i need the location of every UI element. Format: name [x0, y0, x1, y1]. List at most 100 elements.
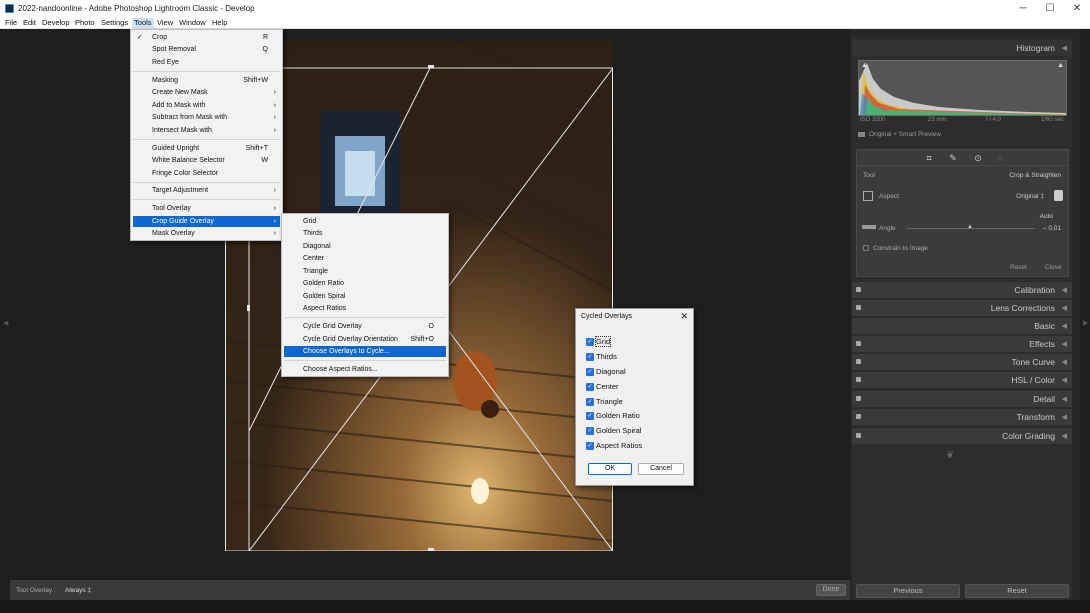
panel-toggle-icon[interactable] [856, 396, 861, 401]
reset-button[interactable]: Reset [965, 584, 1069, 598]
menu-tools[interactable]: Tools [132, 18, 154, 28]
crop-reset-button[interactable]: Reset [1010, 264, 1027, 271]
auto-button[interactable]: Auto [1040, 213, 1053, 220]
submenu-item-cycle-grid-overlay[interactable]: Cycle Grid Overlay O [284, 321, 446, 332]
menu-photo[interactable]: Photo [73, 18, 97, 28]
checkbox-golden-ratio[interactable]: ✓ Golden Ratio [586, 410, 640, 421]
menu-item-add-to-mask[interactable]: Add to Mask with › [133, 100, 280, 111]
menu-item-guided-upright[interactable]: Guided Upright Shift+T [133, 143, 280, 154]
panel-detail[interactable]: Detail ◀ [852, 390, 1072, 407]
menu-help[interactable]: Help [210, 18, 229, 28]
close-button[interactable]: ✕ [1063, 2, 1090, 15]
checkbox-checked-icon[interactable]: ✓ [586, 338, 594, 347]
checkbox-checked-icon[interactable]: ✓ [586, 353, 594, 362]
submenu-item-golden-ratio[interactable]: Golden Ratio [284, 278, 446, 289]
menu-view[interactable]: View [155, 18, 175, 28]
ok-button[interactable]: OK [588, 463, 632, 475]
menu-item-crop-guide-overlay[interactable]: Crop Guide Overlay › [133, 216, 280, 227]
maximize-button[interactable]: ☐ [1036, 2, 1064, 15]
menu-item-spot-removal[interactable]: Spot Removal Q [133, 44, 280, 55]
red-eye-tool-icon[interactable]: ⊙ [972, 152, 984, 164]
histogram[interactable]: ▲ ▲ [858, 60, 1067, 116]
shadow-clip-icon[interactable]: ▲ [861, 62, 868, 69]
submenu-item-aspect-ratios[interactable]: Aspect Ratios [284, 303, 446, 314]
checkbox-checked-icon[interactable]: ✓ [586, 427, 594, 436]
checkbox-checked-icon[interactable]: ✓ [586, 412, 594, 421]
checkbox-center[interactable]: ✓ Center [586, 381, 619, 392]
collapse-triangle-icon[interactable]: ◀ [1062, 44, 1067, 52]
menu-develop[interactable]: Develop [40, 18, 72, 28]
submenu-item-thirds[interactable]: Thirds [284, 228, 446, 239]
submenu-item-choose-aspect-ratios[interactable]: Choose Aspect Ratios... [284, 364, 446, 375]
checkbox-checked-icon[interactable]: ✓ [586, 368, 594, 377]
masking-tool-icon[interactable]: ◌ [994, 152, 1006, 164]
lock-icon[interactable] [1054, 190, 1063, 201]
menu-settings[interactable]: Settings [99, 18, 130, 28]
panel-effects[interactable]: Effects ◀ [852, 335, 1072, 352]
panel-lens-corrections[interactable]: Lens Corrections ◀ [852, 299, 1072, 316]
right-panel-edge[interactable]: ▶ [1080, 29, 1090, 600]
menu-item-intersect-mask[interactable]: Intersect Mask with › [133, 125, 280, 136]
checkbox-triangle[interactable]: ✓ Triangle [586, 396, 623, 407]
collapse-triangle-icon[interactable]: ◀ [1062, 376, 1067, 384]
crop-close-button[interactable]: Close [1045, 264, 1062, 271]
menu-item-target-adjustment[interactable]: Target Adjustment › [133, 185, 280, 196]
histogram-header[interactable]: Histogram ◀ [852, 39, 1072, 56]
crop-tool-icon[interactable]: ⌗ [923, 152, 935, 164]
menu-item-mask-overlay[interactable]: Mask Overlay › [133, 228, 280, 239]
collapse-triangle-icon[interactable]: ◀ [1062, 413, 1067, 421]
panel-toggle-icon[interactable] [856, 414, 861, 419]
checkbox-checked-icon[interactable]: ✓ [586, 442, 594, 451]
collapse-triangle-icon[interactable]: ◀ [1062, 304, 1067, 312]
panel-color-grading[interactable]: Color Grading ◀ [852, 427, 1072, 444]
angle-value[interactable]: – 0,01 [1043, 225, 1061, 232]
panel-transform[interactable]: Transform ◀ [852, 408, 1072, 425]
panel-toggle-icon[interactable] [856, 377, 861, 382]
menu-item-crop[interactable]: ✓ Crop R [133, 32, 280, 43]
collapse-right-icon[interactable]: ▶ [1083, 319, 1088, 327]
constrain-checkbox[interactable] [863, 245, 869, 251]
done-button[interactable]: Done [816, 584, 846, 596]
menu-item-white-balance-selector[interactable]: White Balance Selector W [133, 155, 280, 166]
checkbox-diagonal[interactable]: ✓ Diagonal [586, 366, 626, 377]
panel-hsl-color[interactable]: HSL / Color ◀ [852, 371, 1072, 388]
submenu-item-golden-spiral[interactable]: Golden Spiral [284, 291, 446, 302]
minimize-button[interactable]: ─ [1009, 2, 1037, 15]
checkbox-thirds[interactable]: ✓ Thirds [586, 351, 617, 362]
panel-toggle-icon[interactable] [856, 433, 861, 438]
submenu-item-triangle[interactable]: Triangle [284, 266, 446, 277]
menu-item-tool-overlay[interactable]: Tool Overlay › [133, 203, 280, 214]
angle-slider-thumb[interactable]: ▲ [967, 224, 973, 230]
menu-item-subtract-from-mask[interactable]: Subtract from Mask with › [133, 112, 280, 123]
submenu-item-grid[interactable]: Grid [284, 216, 446, 227]
menu-window[interactable]: Window [177, 18, 208, 28]
expand-left-icon[interactable]: ◀ [3, 319, 8, 327]
panel-toggle-icon[interactable] [856, 287, 861, 292]
collapse-triangle-icon[interactable]: ◀ [1062, 395, 1067, 403]
checkbox-golden-spiral[interactable]: ✓ Golden Spiral [586, 425, 641, 436]
panel-calibration[interactable]: Calibration ◀ [852, 281, 1072, 298]
checkbox-checked-icon[interactable]: ✓ [586, 383, 594, 392]
submenu-item-diagonal[interactable]: Diagonal [284, 241, 446, 252]
panel-toggle-icon[interactable] [856, 359, 861, 364]
left-panel-collapsed[interactable]: ◀ [0, 29, 10, 600]
straighten-tool-icon[interactable] [862, 225, 876, 229]
panel-tone-curve[interactable]: Tone Curve ◀ [852, 353, 1072, 370]
aspect-select[interactable]: Original ‡ [1016, 193, 1044, 200]
checkbox-checked-icon[interactable]: ✓ [586, 398, 594, 407]
menu-item-fringe-color-selector[interactable]: Fringe Color Selector [133, 168, 280, 179]
checkbox-aspect-ratios[interactable]: ✓ Aspect Ratios [586, 440, 642, 451]
collapse-triangle-icon[interactable]: ◀ [1062, 322, 1067, 330]
panel-toggle-icon[interactable] [856, 341, 861, 346]
collapse-triangle-icon[interactable]: ◀ [1062, 340, 1067, 348]
collapse-triangle-icon[interactable]: ◀ [1062, 432, 1067, 440]
menu-item-create-new-mask[interactable]: Create New Mask › [133, 87, 280, 98]
cancel-button[interactable]: Cancel [638, 463, 684, 475]
crop-frame-icon[interactable] [863, 191, 873, 201]
menu-edit[interactable]: Edit [21, 18, 38, 28]
collapse-triangle-icon[interactable]: ◀ [1062, 286, 1067, 294]
panel-basic[interactable]: Basic ◀ [852, 317, 1072, 334]
menu-item-red-eye[interactable]: Red Eye [133, 57, 280, 68]
highlight-clip-icon[interactable]: ▲ [1057, 62, 1064, 69]
collapse-triangle-icon[interactable]: ◀ [1062, 358, 1067, 366]
